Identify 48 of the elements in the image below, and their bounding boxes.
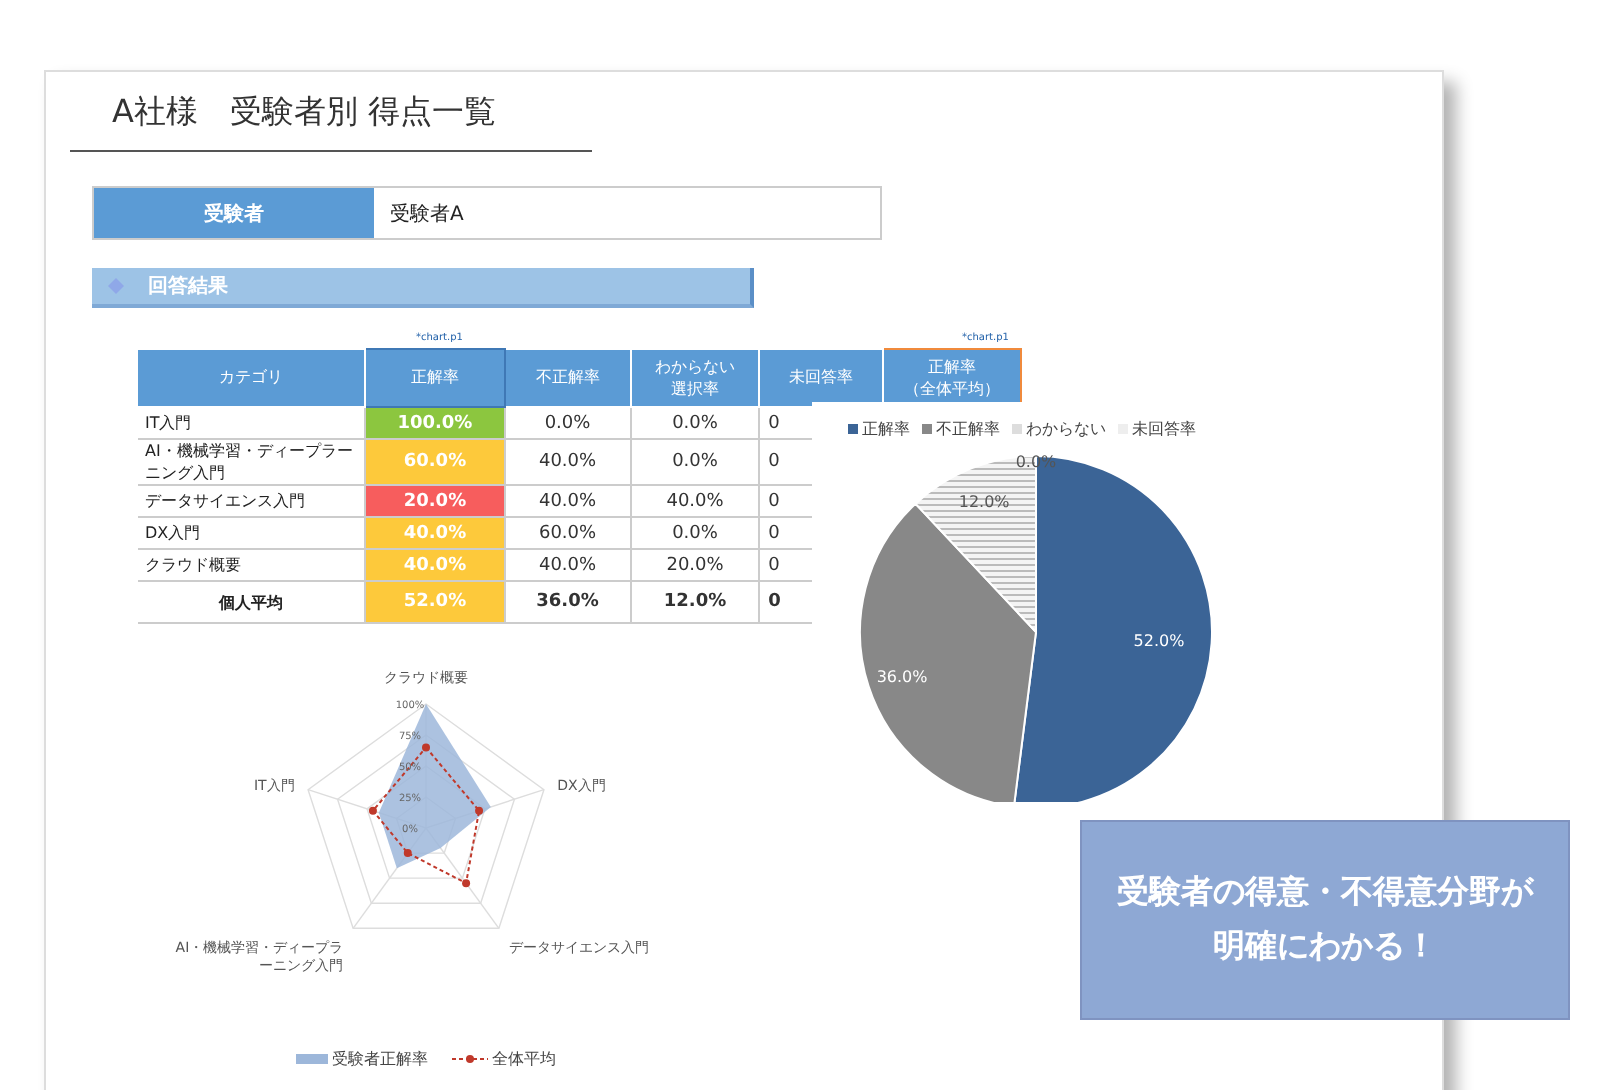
callout-text: 明確にわかる！ — [1213, 926, 1437, 968]
column-header: 正解率 — [365, 349, 505, 407]
score-cell: 100.0% — [365, 407, 505, 439]
legend-label: 受験者正解率 — [332, 1048, 428, 1070]
table-cell: 40.0% — [630, 485, 760, 517]
value-label: 0.0% — [1015, 453, 1057, 472]
field-value: 受験者A — [388, 201, 466, 229]
table-cell: 40.0% — [504, 549, 631, 581]
legend-item: 未回答率 — [1118, 418, 1196, 440]
callout-text: 受験者の得意・不得意分野が — [1117, 872, 1533, 914]
legend-item: わからない — [1012, 418, 1106, 440]
column-header: 不正解率 — [504, 349, 631, 407]
legend-label: 全体平均 — [492, 1048, 556, 1070]
field-label: 受験者 — [94, 188, 374, 238]
table-cell: 36.0% — [504, 581, 631, 623]
diamond-icon — [108, 278, 124, 294]
score-cell: 20.0% — [365, 485, 505, 517]
category-cell: クラウド概要 — [137, 549, 366, 581]
table-cell: 0.0% — [630, 407, 760, 439]
area-swatch-icon — [296, 1054, 328, 1064]
legend-item: 不正解率 — [922, 418, 1000, 440]
category-cell: DX入門 — [137, 517, 366, 549]
column-header: 正解率 （全体平均） — [882, 349, 1021, 407]
score-cell: 40.0% — [365, 517, 505, 549]
category-cell: IT入門 — [137, 407, 366, 439]
table-cell: 40.0% — [504, 485, 631, 517]
dashed-line-icon — [452, 1054, 488, 1064]
category-cell: データサイエンス入門 — [137, 485, 366, 517]
score-cell: 40.0% — [365, 549, 505, 581]
category-cell: AI・機械学習・ディープラーニング入門 — [137, 439, 366, 485]
table-cell: 0.0% — [504, 407, 631, 439]
table-cell: 20.0% — [630, 549, 760, 581]
value-label: 36.0% — [876, 667, 928, 686]
score-cell: 52.0% — [365, 581, 505, 623]
column-header: 未回答率 — [759, 349, 883, 407]
score-cell: 60.0% — [365, 439, 505, 485]
value-label: 52.0% — [1133, 631, 1185, 650]
page-title: A社様 受験者別 得点一覧 — [70, 92, 592, 152]
table-cell: 12.0% — [630, 581, 760, 623]
section-title: 回答結果 — [148, 273, 228, 300]
table-cell: 40.0% — [504, 439, 631, 485]
column-header: カテゴリ — [137, 349, 366, 407]
column-header: わからない 選択率 — [630, 349, 760, 407]
value-label: 12.0% — [958, 493, 1010, 512]
table-cell: 0.0% — [630, 517, 760, 549]
table-cell: 60.0% — [504, 517, 631, 549]
table-cell: 0.0% — [630, 439, 760, 485]
category-cell: 個人平均 — [137, 581, 366, 623]
